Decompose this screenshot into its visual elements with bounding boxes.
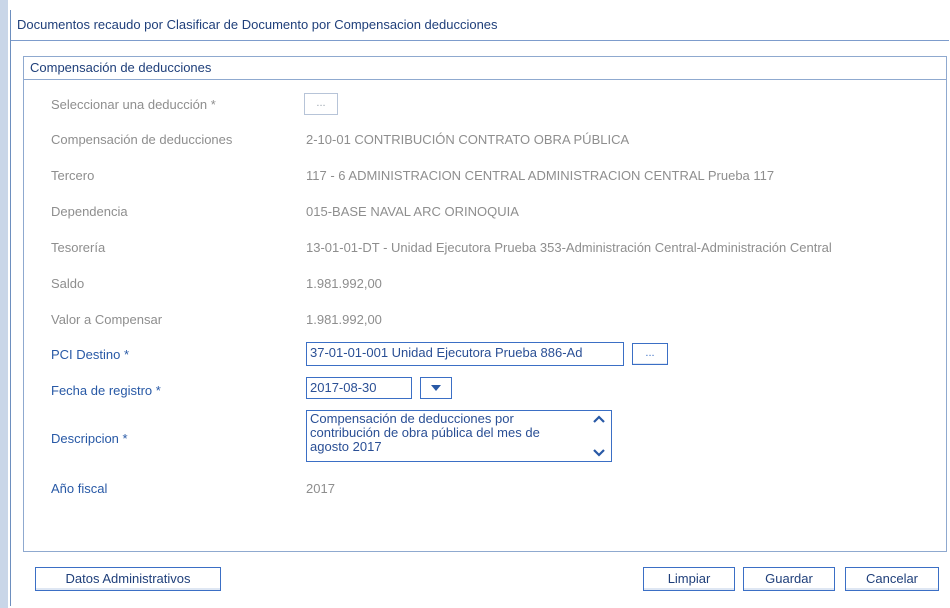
fecha-registro-field[interactable]: 2017-08-30 <box>306 377 412 399</box>
limpiar-button[interactable]: Limpiar <box>643 567 735 591</box>
descripcion-text: Compensación de deducciones por contribu… <box>310 411 540 454</box>
deducciones-panel: Compensación de deducciones <box>23 56 947 552</box>
pci-destino-search-button[interactable]: ... <box>632 343 668 365</box>
fecha-dropdown-button[interactable] <box>420 377 452 399</box>
pci-destino-field[interactable]: 37-01-01-001 Unidad Ejecutora Prueba 886… <box>306 342 624 366</box>
dependencia-value: 015-BASE NAVAL ARC ORINOQUIA <box>306 204 519 219</box>
seleccionar-label: Seleccionar una deducción * <box>51 97 216 112</box>
cancelar-button[interactable]: Cancelar <box>845 567 939 591</box>
tercero-label: Tercero <box>51 168 95 183</box>
seleccionar-deduccion-button[interactable]: ... <box>304 93 338 115</box>
guardar-button[interactable]: Guardar <box>743 567 835 591</box>
descripcion-scrollbar[interactable] <box>591 415 607 457</box>
anio-fiscal-label: Año fiscal <box>51 481 108 496</box>
chevron-up-icon[interactable] <box>593 415 605 423</box>
fecha-registro-label: Fecha de registro * <box>51 383 161 398</box>
chevron-down-icon[interactable] <box>593 449 605 457</box>
datos-administrativos-button[interactable]: Datos Administrativos <box>35 567 221 591</box>
descripcion-textarea[interactable]: Compensación de deducciones por contribu… <box>306 410 612 462</box>
left-edge-bar <box>0 0 8 608</box>
valor-compensar-label: Valor a Compensar <box>51 312 163 327</box>
title-divider <box>11 40 949 41</box>
window-title: Documentos recaudo por Clasificar de Doc… <box>17 17 498 32</box>
tesoreria-label: Tesorería <box>51 240 106 255</box>
tercero-value: 117 - 6 ADMINISTRACION CENTRAL ADMINISTR… <box>306 168 775 183</box>
tesoreria-value: 13-01-01-DT - Unidad Ejecutora Prueba 35… <box>306 240 832 255</box>
anio-fiscal-value: 2017 <box>306 481 335 496</box>
saldo-value: 1.981.992,00 <box>306 276 382 291</box>
pci-destino-label: PCI Destino * <box>51 347 130 362</box>
compensacion-label: Compensación de deducciones <box>51 132 233 147</box>
panel-title: Compensación de deducciones <box>24 57 946 80</box>
compensacion-value: 2-10-01 CONTRIBUCIÓN CONTRATO OBRA PÚBLI… <box>306 132 630 147</box>
dependencia-label: Dependencia <box>51 204 128 219</box>
saldo-label: Saldo <box>51 276 85 291</box>
chevron-down-icon <box>431 385 441 391</box>
descripcion-label: Descripcion * <box>51 431 128 446</box>
valor-compensar-value: 1.981.992,00 <box>306 312 382 327</box>
